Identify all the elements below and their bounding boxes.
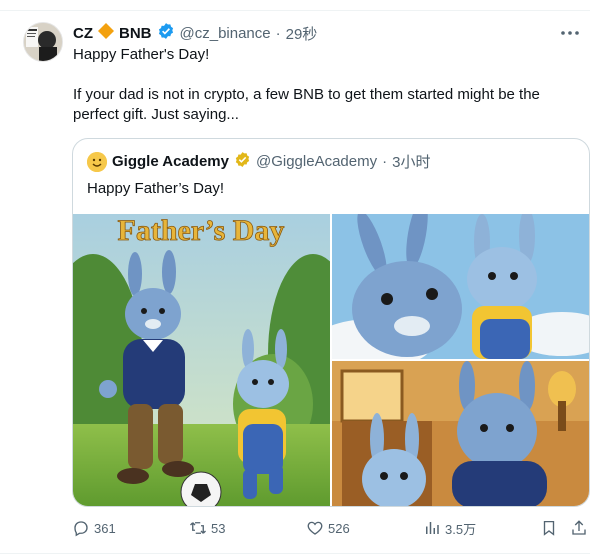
- share-button[interactable]: [570, 516, 588, 540]
- post-header: CZ BNB @cz_binance · 29秒: [73, 22, 317, 44]
- media-image-2[interactable]: [332, 214, 589, 359]
- author-name[interactable]: CZ: [73, 25, 93, 42]
- quoted-media: Father’s Day: [73, 214, 589, 506]
- reply-button[interactable]: 361: [72, 516, 116, 540]
- author-avatar[interactable]: [23, 22, 63, 62]
- bottom-divider: [0, 553, 590, 554]
- author-handle[interactable]: @cz_binance: [180, 25, 271, 42]
- quoted-avatar[interactable]: [87, 151, 107, 172]
- quoted-author-name[interactable]: Giggle Academy: [112, 153, 229, 170]
- like-button[interactable]: 526: [306, 516, 350, 540]
- media-image-1[interactable]: Father’s Day: [73, 214, 330, 506]
- more-icon: [561, 31, 579, 35]
- more-options-button[interactable]: [560, 24, 580, 42]
- verified-badge-icon: [157, 22, 175, 44]
- gold-verified-badge-icon: [234, 151, 251, 172]
- like-count: 526: [328, 520, 350, 536]
- share-icon: [572, 520, 586, 535]
- separator-dot: ·: [275, 24, 281, 42]
- top-divider: [0, 10, 590, 11]
- post-text-line1: Happy Father's Day!: [73, 46, 210, 63]
- quoted-text: Happy Father’s Day!: [87, 180, 225, 197]
- media-image-3[interactable]: [332, 361, 589, 506]
- author-name-suffix[interactable]: BNB: [119, 25, 152, 42]
- like-icon: [307, 521, 323, 535]
- repost-count: 53: [211, 520, 226, 536]
- quoted-separator-dot: ·: [382, 153, 388, 170]
- views-icon: [426, 522, 439, 534]
- post-text-line2: If your dad is not in crypto, a few BNB …: [73, 86, 540, 123]
- action-bar: 361 53 526 3.5万: [72, 516, 590, 540]
- views-button[interactable]: 3.5万: [423, 516, 476, 540]
- quoted-handle[interactable]: @GiggleAcademy: [256, 153, 377, 170]
- repost-button[interactable]: 53: [189, 516, 225, 540]
- post-timestamp[interactable]: 29秒: [286, 23, 318, 44]
- image-title-text: Father’s Day: [118, 214, 285, 247]
- quoted-timestamp[interactable]: 3小时: [392, 151, 430, 172]
- reply-count: 361: [94, 520, 116, 536]
- quoted-header: Giggle Academy @GiggleAcademy · 3小时: [87, 151, 430, 172]
- bookmark-button[interactable]: [540, 516, 558, 540]
- repost-icon: [190, 522, 206, 534]
- reply-icon: [74, 521, 88, 537]
- bnb-diamond-icon: [98, 23, 114, 43]
- quoted-post[interactable]: Giggle Academy @GiggleAcademy · 3小时 Happ…: [72, 138, 590, 507]
- bookmark-icon: [543, 520, 555, 536]
- views-count: 3.5万: [445, 521, 477, 537]
- post-text: Happy Father's Day! If your dad is not i…: [73, 45, 573, 145]
